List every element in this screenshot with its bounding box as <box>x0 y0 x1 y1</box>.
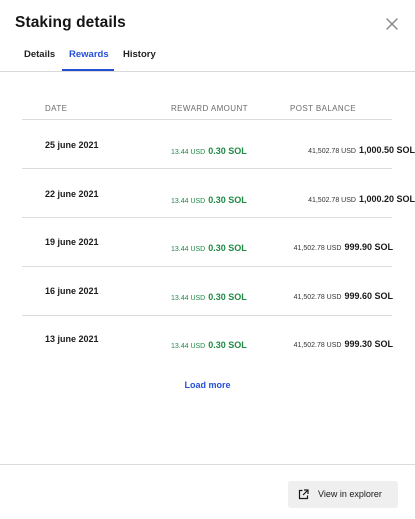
balance-usd: 41,502.78 USD <box>308 148 356 155</box>
view-in-explorer-button[interactable]: View in explorer <box>288 481 398 508</box>
reward-usd: 13.44 USD <box>171 149 206 156</box>
balance-sol: 1,000.50 SOL <box>358 145 415 155</box>
balance-sol: 999.90 SOL <box>344 242 393 252</box>
row-reward: 13.44 USD 0.30 SOL <box>171 238 247 256</box>
row-balance: 41,502.78 USD 999.30 SOL <box>294 334 393 352</box>
column-header-date: DATE <box>45 104 68 113</box>
table-row: 19 june 2021 13.44 USD 0.30 SOL 41,502.78… <box>22 218 415 266</box>
explorer-button-label: View in explorer <box>318 489 382 499</box>
row-date: 25 june 2021 <box>45 140 99 150</box>
column-header-reward: REWARD AMOUNT <box>171 104 248 113</box>
row-date: 13 june 2021 <box>45 334 99 344</box>
reward-sol: 0.30 SOL <box>208 146 247 156</box>
reward-usd: 13.44 USD <box>171 198 206 205</box>
tab-history[interactable]: History <box>123 49 156 60</box>
row-reward: 13.44 USD 0.30 SOL <box>171 190 247 208</box>
row-balance: 41,502.78 USD 999.60 SOL <box>294 286 393 304</box>
reward-usd: 13.44 USD <box>171 343 206 350</box>
row-date: 19 june 2021 <box>45 237 99 247</box>
reward-sol: 0.30 SOL <box>208 243 247 253</box>
external-link-icon <box>298 489 309 500</box>
table-row: 22 june 2021 13.44 USD 0.30 SOL 41,502.78… <box>22 169 415 217</box>
close-icon[interactable] <box>383 15 401 33</box>
load-more-button[interactable]: Load more <box>0 380 415 390</box>
tab-bar: Details Rewards History <box>0 46 415 72</box>
reward-sol: 0.30 SOL <box>208 195 247 205</box>
table-row: 13 june 2021 13.44 USD 0.30 SOL 41,502.78… <box>22 316 415 364</box>
column-header-balance: POST BALANCE <box>290 104 357 113</box>
row-reward: 13.44 USD 0.30 SOL <box>171 141 247 159</box>
modal-header: Staking details <box>0 0 415 48</box>
row-date: 22 june 2021 <box>45 189 99 199</box>
tab-rewards[interactable]: Rewards <box>69 49 109 60</box>
page-title: Staking details <box>15 14 126 31</box>
table-row: 16 june 2021 13.44 USD 0.30 SOL 41,502.78… <box>22 267 415 315</box>
balance-sol: 999.30 SOL <box>344 339 393 349</box>
balance-usd: 41,502.78 USD <box>293 245 342 252</box>
row-balance: 41,502.78 USD 999.90 SOL <box>294 237 393 255</box>
reward-usd: 13.44 USD <box>171 295 206 302</box>
reward-usd: 13.44 USD <box>171 246 206 253</box>
balance-sol: 1,000.20 SOL <box>358 194 415 204</box>
balance-sol: 999.60 SOL <box>344 291 393 301</box>
row-balance: 41,502.78 USD 1,000.50 SOL <box>308 140 415 158</box>
row-balance: 41,502.78 USD 1,000.20 SOL <box>308 189 415 207</box>
balance-usd: 41,502.78 USD <box>308 197 356 204</box>
table-row: 25 june 2021 13.44 USD 0.30 SOL 41,502.78… <box>22 120 415 168</box>
balance-usd: 41,502.78 USD <box>293 342 342 349</box>
row-reward: 13.44 USD 0.30 SOL <box>171 335 247 353</box>
reward-sol: 0.30 SOL <box>208 340 247 350</box>
active-tab-indicator <box>62 69 114 71</box>
reward-sol: 0.30 SOL <box>208 292 247 302</box>
footer-divider <box>0 464 415 465</box>
tab-details[interactable]: Details <box>24 49 55 60</box>
row-reward: 13.44 USD 0.30 SOL <box>171 287 247 305</box>
balance-usd: 41,502.78 USD <box>293 294 342 301</box>
row-date: 16 june 2021 <box>45 286 99 296</box>
